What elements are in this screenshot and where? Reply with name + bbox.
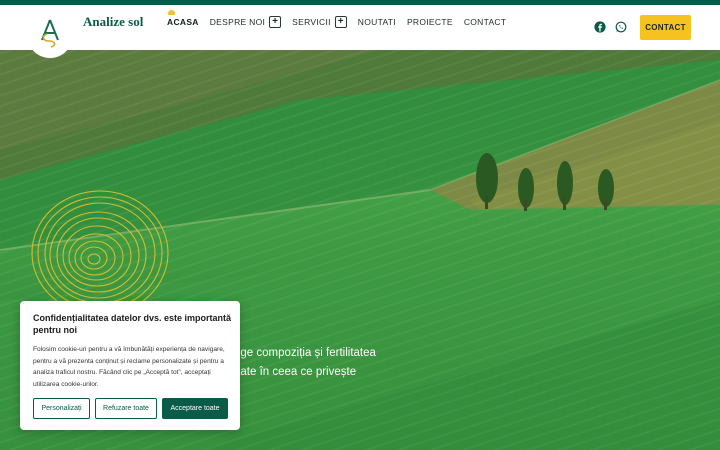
reject-all-button[interactable]: Refuzare toate xyxy=(95,398,157,419)
nav-label: NOUTATI xyxy=(357,17,396,27)
nav-label: ACASA xyxy=(167,17,199,27)
logo[interactable] xyxy=(27,10,73,58)
active-indicator xyxy=(168,10,175,15)
contact-button[interactable]: CONTACT xyxy=(640,15,691,40)
hero-subtitle-line-2: nate în ceea ce privește xyxy=(234,366,357,378)
nav-item-noutati[interactable]: NOUTATI xyxy=(358,17,396,27)
hero-subtitle-line-1: ege compoziția și fertilitatea xyxy=(234,347,376,359)
logo-icon xyxy=(41,19,59,48)
facebook-icon[interactable] xyxy=(594,21,606,33)
top-stripe xyxy=(0,0,720,5)
nav-label: SERVICII xyxy=(292,17,331,27)
cookie-title: Confidențialitatea datelor dvs. este imp… xyxy=(33,313,232,335)
accept-all-button[interactable]: Acceptare toate xyxy=(162,398,228,419)
nav-item-servicii[interactable]: SERVICII + xyxy=(292,16,347,28)
nav-label: PROIECTE xyxy=(406,17,453,27)
nav-item-proiecte[interactable]: PROIECTE xyxy=(407,17,453,27)
expand-plus-icon[interactable]: + xyxy=(334,16,347,28)
nav-label: DESPRE NOI xyxy=(209,17,266,27)
cookie-text: Folosim cookie-uri pentru a vă îmbunătăț… xyxy=(33,346,225,388)
cookie-consent-dialog: Confidențialitatea datelor dvs. este imp… xyxy=(20,301,240,430)
customize-button[interactable]: Personalizați xyxy=(33,398,90,419)
expand-plus-icon[interactable]: + xyxy=(269,16,282,28)
main-nav: ACASA DESPRE NOI + SERVICII + NOUTATI PR… xyxy=(167,10,517,30)
nav-label: CONTACT xyxy=(463,17,507,27)
nav-item-despre-noi[interactable]: DESPRE NOI + xyxy=(209,16,282,28)
whatsapp-icon[interactable] xyxy=(615,21,627,33)
brand-name[interactable]: Analize sol xyxy=(83,14,143,30)
nav-item-acasa[interactable]: ACASA xyxy=(167,10,199,27)
nav-item-contact[interactable]: CONTACT xyxy=(464,17,507,27)
cookie-buttons: Personalizați Refuzare toate Acceptare t… xyxy=(33,398,233,419)
